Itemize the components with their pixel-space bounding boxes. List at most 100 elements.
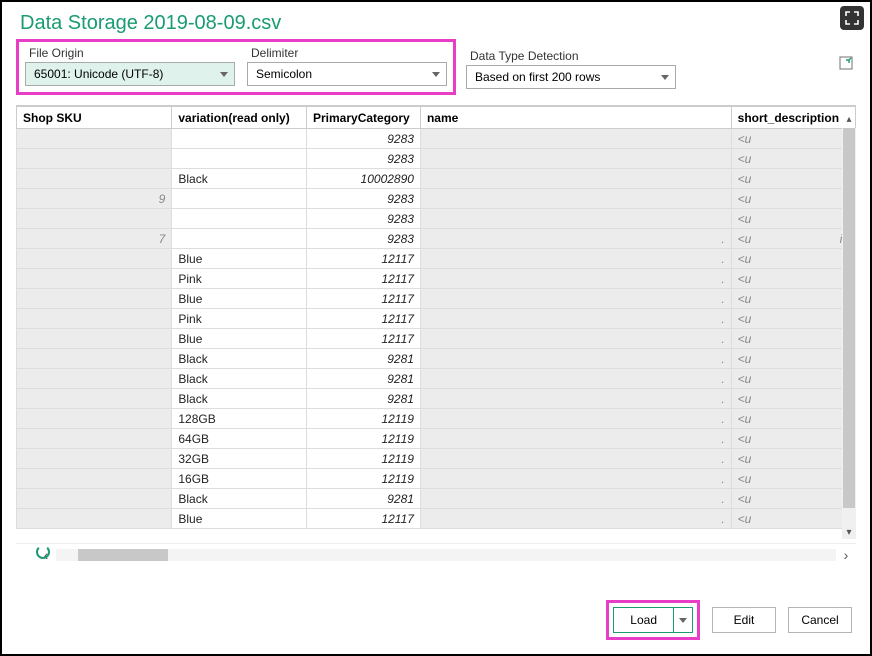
cell-sku xyxy=(17,369,172,389)
cell-variation: Black xyxy=(172,369,307,389)
cell-variation: Pink xyxy=(172,269,307,289)
horizontal-scrollbar[interactable]: ‹ › xyxy=(16,543,856,565)
cell-variation: Blue xyxy=(172,509,307,529)
load-highlight: Load xyxy=(606,600,700,640)
cell-desc: <uid xyxy=(731,229,855,249)
cell-variation: Blue xyxy=(172,329,307,349)
detection-dropdown[interactable]: Based on first 200 rows xyxy=(466,65,676,89)
cell-name: . xyxy=(420,389,731,409)
cell-variation: Black xyxy=(172,349,307,369)
cell-sku xyxy=(17,269,172,289)
cell-sku: 9 xyxy=(17,189,172,209)
cell-desc: <uc xyxy=(731,449,855,469)
table-row[interactable]: Blue12117.<un xyxy=(17,289,856,309)
cell-desc: <ua xyxy=(731,369,855,389)
cell-category: 12117 xyxy=(307,309,421,329)
file-origin-label: File Origin xyxy=(25,46,235,60)
delimiter-dropdown[interactable]: Semicolon xyxy=(247,62,447,86)
table-row[interactable]: Black9281.<ua xyxy=(17,369,856,389)
settings-icon[interactable] xyxy=(836,55,856,71)
cell-sku xyxy=(17,409,172,429)
cell-variation: 128GB xyxy=(172,409,307,429)
cell-desc: <un xyxy=(731,249,855,269)
col-header-variation[interactable]: variation(read only) xyxy=(172,107,307,129)
load-button[interactable]: Load xyxy=(613,607,693,633)
table-row[interactable]: Black10002890<u xyxy=(17,169,856,189)
load-button-label[interactable]: Load xyxy=(614,608,674,632)
cell-sku xyxy=(17,249,172,269)
table-row[interactable]: 79283.<uid xyxy=(17,229,856,249)
cell-sku xyxy=(17,329,172,349)
table-row[interactable]: 16GB12119.<uc xyxy=(17,469,856,489)
cell-variation xyxy=(172,189,307,209)
loading-spinner-icon xyxy=(36,545,50,559)
cell-variation: Pink xyxy=(172,309,307,329)
delimiter-label: Delimiter xyxy=(247,46,447,60)
table-row[interactable]: 128GB12119.<uc xyxy=(17,409,856,429)
table-row[interactable]: 9283<u0 xyxy=(17,149,856,169)
col-header-name[interactable]: name xyxy=(420,107,731,129)
col-header-sku[interactable]: Shop SKU xyxy=(17,107,172,129)
chevron-down-icon xyxy=(432,72,440,77)
scroll-up-icon[interactable]: ▴ xyxy=(842,112,856,126)
cell-category: 9281 xyxy=(307,369,421,389)
cell-desc: <ua xyxy=(731,389,855,409)
col-header-category[interactable]: PrimaryCategory xyxy=(307,107,421,129)
table-row[interactable]: Blue12117.<un xyxy=(17,329,856,349)
cell-sku xyxy=(17,469,172,489)
cell-variation: 32GB xyxy=(172,449,307,469)
cell-name: . xyxy=(420,309,731,329)
dialog-buttons: Load Edit Cancel xyxy=(606,600,852,640)
cell-name: . xyxy=(420,369,731,389)
cell-name: . xyxy=(420,409,731,429)
cell-sku xyxy=(17,309,172,329)
cell-sku xyxy=(17,429,172,449)
cell-category: 9283 xyxy=(307,129,421,149)
table-row[interactable]: 9283<u0 xyxy=(17,129,856,149)
vertical-scroll-thumb[interactable] xyxy=(843,128,855,508)
edit-button[interactable]: Edit xyxy=(712,607,776,633)
cell-category: 12119 xyxy=(307,469,421,489)
scroll-down-icon[interactable]: ▾ xyxy=(842,525,856,539)
detection-value: Based on first 200 rows xyxy=(475,70,600,84)
cell-category: 12117 xyxy=(307,509,421,529)
highlighted-controls: File Origin 65001: Unicode (UTF-8) Delim… xyxy=(16,39,456,95)
table-row[interactable]: 99283<ur xyxy=(17,189,856,209)
load-dropdown-toggle[interactable] xyxy=(674,608,692,632)
table-row[interactable]: Pink12117.<un xyxy=(17,269,856,289)
table-row[interactable]: Pink12117.<un xyxy=(17,309,856,329)
vertical-scrollbar[interactable] xyxy=(842,128,856,539)
cell-name: . xyxy=(420,489,731,509)
scroll-right-icon[interactable]: › xyxy=(836,547,856,563)
hscroll-thumb[interactable] xyxy=(78,549,168,561)
file-origin-dropdown[interactable]: 65001: Unicode (UTF-8) xyxy=(25,62,235,86)
table-row[interactable]: Black9281.<ua xyxy=(17,389,856,409)
table-row[interactable]: 64GB12119.<uc xyxy=(17,429,856,449)
table-row[interactable]: Black9281.<ua xyxy=(17,349,856,369)
cell-sku xyxy=(17,169,172,189)
table-row[interactable]: Black9281.<ue xyxy=(17,489,856,509)
col-header-desc[interactable]: short_description xyxy=(731,107,855,129)
cell-sku xyxy=(17,129,172,149)
cell-variation xyxy=(172,129,307,149)
cell-desc: <un xyxy=(731,309,855,329)
fullscreen-icon[interactable] xyxy=(840,6,864,30)
delimiter-value: Semicolon xyxy=(256,67,312,81)
table-row[interactable]: 9283<ur xyxy=(17,209,856,229)
table-row[interactable]: Blue12117.<un xyxy=(17,249,856,269)
cell-name xyxy=(420,149,731,169)
cell-desc: <uc xyxy=(731,409,855,429)
cell-category: 12117 xyxy=(307,269,421,289)
table-row[interactable]: 32GB12119.<uc xyxy=(17,449,856,469)
cell-category: 12117 xyxy=(307,329,421,349)
table-header-row: Shop SKU variation(read only) PrimaryCat… xyxy=(17,107,856,129)
cell-name xyxy=(420,129,731,149)
hscroll-track[interactable] xyxy=(56,549,836,561)
page-title: Data Storage 2019-08-09.csv xyxy=(2,2,870,39)
cell-name xyxy=(420,169,731,189)
table-row[interactable]: Blue12117.<un xyxy=(17,509,856,529)
cell-sku xyxy=(17,489,172,509)
preview-table-container: Shop SKU variation(read only) PrimaryCat… xyxy=(16,105,856,565)
cancel-button[interactable]: Cancel xyxy=(788,607,852,633)
cell-desc: <un xyxy=(731,289,855,309)
